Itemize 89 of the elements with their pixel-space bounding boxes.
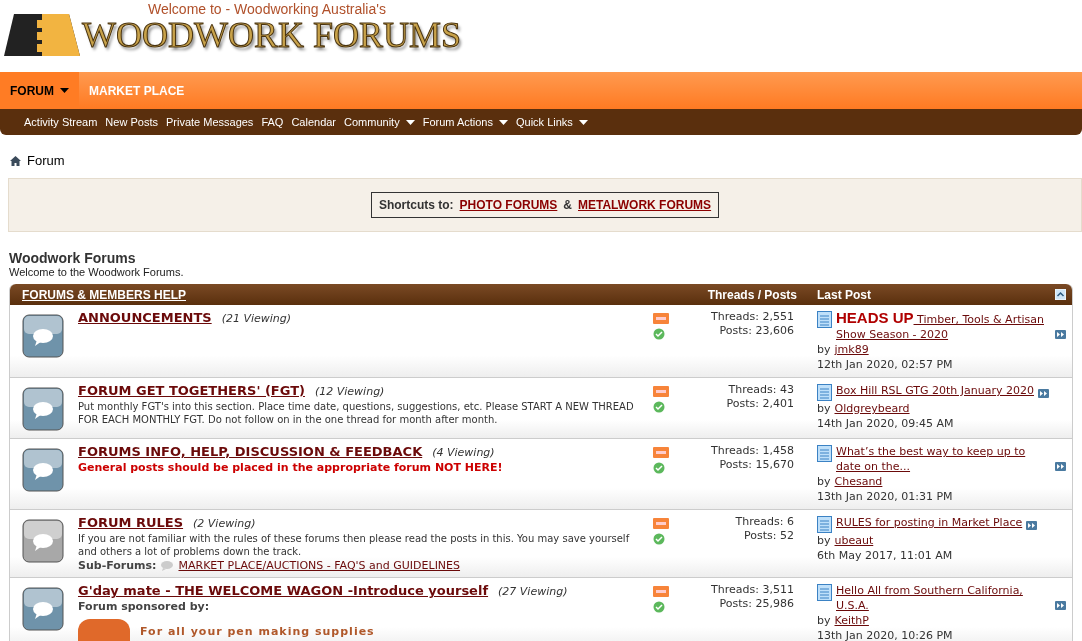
column-header: Threads / Posts (707, 287, 798, 302)
document-icon (817, 584, 832, 601)
viewing-count: (4 Viewing) (432, 446, 495, 459)
last-post-link[interactable]: Box Hill RSL GTG 20th January 2020 (836, 383, 1034, 398)
document-icon (817, 445, 832, 462)
by-label: by (817, 613, 831, 628)
separator-text: & (563, 198, 572, 212)
forum-notice: General posts should be placed in the appropriate forum NOT HERE! (78, 461, 504, 474)
subforum-link[interactable]: MARKET PLACE/AUCTIONS - FAQ'S and GUIDELINES (178, 559, 461, 572)
checkmark-icon (653, 328, 665, 340)
checkmark-icon (653, 401, 665, 413)
nav-link[interactable]: New Posts (105, 116, 158, 128)
thread-count: Threads: 6 (734, 515, 794, 529)
home-icon[interactable] (10, 155, 21, 166)
viewing-count: (21 Viewing) (221, 312, 292, 325)
go-to-post-icon[interactable] (1055, 330, 1066, 339)
nav-link[interactable]: Activity Stream (24, 116, 98, 128)
username-link[interactable]: Chesand (834, 474, 883, 489)
thread-count: Threads: 43 (727, 383, 794, 397)
post-date: 14th Jan 2020, 09:45 AM (817, 416, 955, 431)
checkmark-icon (653, 601, 665, 613)
nav-link[interactable]: Quick Links (515, 116, 588, 128)
by-label: by (817, 401, 831, 416)
post-count: Posts: 52 (743, 529, 794, 543)
username-link[interactable]: KeithP (834, 613, 869, 628)
caret-icon (405, 119, 415, 125)
thread-count: Threads: 3,511 (710, 583, 794, 597)
viewing-count: (12 Viewing) (314, 385, 385, 398)
by-label: by (817, 342, 831, 357)
post-count: Posts: 25,986 (718, 597, 794, 611)
nav-link[interactable]: Forum Actions (422, 116, 508, 128)
sponsor-logo (78, 619, 130, 641)
last-post-link[interactable]: RULES for posting in Market Place (836, 515, 1023, 530)
forum-title-link[interactable]: FORUM RULES (78, 515, 184, 530)
username-link[interactable]: jmk89 (834, 342, 869, 357)
shortcuts-label: Shortcuts to: (378, 198, 454, 212)
post-date: 12th Jan 2020, 02:57 PM (817, 357, 954, 372)
speech-bubble-icon (161, 560, 174, 571)
section-subtitle: Welcome to the Woodwork Forums. (9, 266, 185, 278)
post-count: Posts: 2,401 (725, 397, 794, 411)
site-logo[interactable]: Welcome to - Woodworking Australia's WOODWORK FORUMS (4, 2, 462, 56)
viewing-count: (27 Viewing) (498, 585, 568, 598)
nav-link[interactable]: Private Messages (165, 116, 254, 128)
logo-emblem-icon (4, 14, 80, 56)
subforums-label: Sub-Forums: (78, 559, 157, 572)
post-date: 13th Jan 2020, 01:31 PM (817, 489, 954, 504)
thread-count: Threads: 1,458 (710, 444, 794, 458)
forum-title-link[interactable]: G'day mate - THE WELCOME WAGON -Introduce yourself (78, 583, 489, 598)
sponsor-tagline: For all your pen making supplies (140, 624, 375, 638)
go-to-post-icon[interactable] (1026, 521, 1038, 530)
document-icon (817, 516, 832, 533)
nav-link[interactable]: Calendar (291, 116, 337, 128)
username-link[interactable]: ubeaut (834, 533, 874, 548)
by-label: by (817, 533, 831, 548)
forum-title-link[interactable]: FORUM GET TOGETHERS' (FGT) (78, 383, 305, 398)
forum-title-link[interactable]: FORUMS INFO, HELP, DISCUSSION & FEEDBACK (78, 444, 423, 459)
last-post-link[interactable]: Hello All from Southern California, U.S.A. (836, 583, 1051, 613)
forum-description: If you are not familiar with the rules of these forums then please read the posts in this. You may save yourself and others a lot of problems down the track. (78, 532, 631, 558)
viewing-count: (2 Viewing) (193, 517, 256, 530)
username-link[interactable]: Oldgreybeard (834, 401, 910, 416)
document-icon (817, 311, 832, 328)
post-date: 13th Jan 2020, 10:26 PM (817, 628, 954, 641)
caret-icon (578, 119, 588, 125)
forum-description: Put monthly FGT's into this section. Place time date, questions, suggestions, etc. Please START A NEW THREAD FOR EACH MONTHLY FGT. Do not follow on in the one thread for month after month. (78, 400, 635, 426)
post-date: 6th May 2017, 11:01 AM (817, 548, 954, 563)
breadcrumb-text: Forum (27, 153, 65, 168)
checkmark-icon (653, 462, 665, 474)
thread-count: Threads: 2,551 (710, 310, 794, 324)
shortcut-link[interactable]: PHOTO FORUMS (459, 198, 558, 212)
checkmark-icon (653, 533, 665, 545)
nav-link[interactable]: Community (344, 116, 415, 128)
sponsor-label: Forum sponsored by: (78, 600, 211, 613)
by-label: by (817, 474, 831, 489)
collapse-icon[interactable] (1055, 289, 1066, 300)
document-icon (817, 384, 832, 401)
shortcut-link[interactable]: METALWORK FORUMS (578, 198, 712, 212)
go-to-post-icon[interactable] (1038, 389, 1049, 398)
go-to-post-icon[interactable] (1055, 601, 1066, 610)
caret-icon (60, 88, 69, 93)
last-post-link[interactable]: What’s the best way to keep up to date on the... (836, 444, 1051, 474)
nav-link[interactable]: FAQ (261, 116, 284, 128)
category-link[interactable]: FORUMS & MEMBERS HELP (10, 287, 677, 302)
post-count: Posts: 15,670 (718, 458, 794, 472)
column-header: Last Post (817, 287, 871, 302)
forum-title-link[interactable]: ANNOUNCEMENTS (78, 310, 212, 325)
go-to-post-icon[interactable] (1055, 462, 1066, 471)
section-title: Woodwork Forums (9, 250, 137, 266)
caret-icon (498, 119, 508, 125)
post-count: Posts: 23,606 (718, 324, 794, 338)
